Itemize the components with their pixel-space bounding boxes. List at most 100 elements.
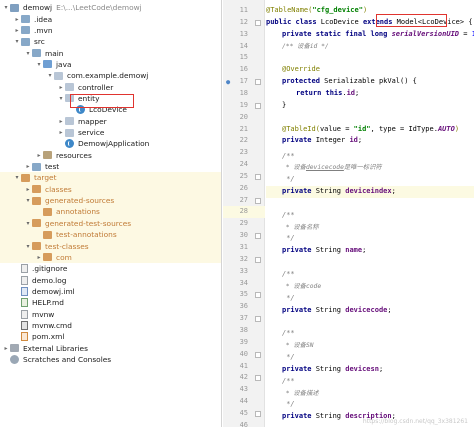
- tree-item-test-classes[interactable]: ▾ test-classes: [0, 240, 221, 252]
- fold-marker-icon[interactable]: [255, 292, 261, 299]
- tree-item-target[interactable]: ▾ target: [0, 172, 221, 184]
- tree-item-classes[interactable]: ▸ classes: [0, 183, 221, 195]
- code-line: /**: [282, 329, 295, 338]
- tree-item-src[interactable]: ▾ src: [0, 36, 221, 47]
- tree-item-external-libraries[interactable]: ▸ External Libraries: [0, 343, 221, 354]
- code-line: /**: [282, 210, 295, 219]
- tree-item-controller[interactable]: ▸ controller: [0, 81, 221, 92]
- code-line: * 设备描述: [282, 389, 319, 397]
- code-line: */: [282, 400, 295, 409]
- tree-item-label: generated-sources: [45, 196, 115, 206]
- fold-marker-icon[interactable]: [255, 316, 261, 323]
- code-editor[interactable]: 11 12 13 14 15 16 17 ● 18 19 20 21 22 23 24 25 26 27 28 29 3…: [223, 0, 474, 427]
- collapse-arrow-icon[interactable]: ▸: [24, 163, 32, 170]
- tree-item-main[interactable]: ▾ main: [0, 47, 221, 58]
- fold-marker-icon[interactable]: [255, 197, 261, 204]
- fold-marker-icon[interactable]: [255, 79, 261, 86]
- collapse-arrow-icon[interactable]: ▸: [57, 118, 65, 125]
- line-number: 37: [223, 313, 265, 325]
- expand-arrow-icon[interactable]: ▾: [13, 174, 21, 181]
- fold-marker-icon[interactable]: [255, 19, 261, 26]
- tree-item-com[interactable]: ▸ com: [0, 251, 221, 264]
- line-number: 28: [223, 206, 265, 219]
- tree-item-pom-xml[interactable]: pom.xml: [0, 331, 221, 342]
- collapse-arrow-icon[interactable]: ▸: [35, 152, 43, 159]
- file-icon: [21, 264, 28, 274]
- tree-item-mvn[interactable]: ▸ .mvn: [0, 25, 221, 36]
- package-icon: [65, 83, 74, 92]
- tree-item-label: pom.xml: [32, 332, 65, 342]
- tree-item-idea[interactable]: ▸ .idea: [0, 13, 221, 24]
- tree-item-scratches-and-consoles[interactable]: Scratches and Consoles: [0, 354, 221, 365]
- tree-item-java[interactable]: ▾ java: [0, 59, 221, 70]
- tree-item-demowj-iml[interactable]: demowj.iml: [0, 286, 221, 297]
- tree-item-label: demowj: [23, 3, 53, 13]
- tree-item-label: mapper: [78, 116, 107, 126]
- collapse-arrow-icon[interactable]: ▸: [24, 186, 32, 193]
- fold-marker-icon[interactable]: [255, 173, 261, 180]
- line-number: 15: [239, 53, 248, 62]
- line-number: 35: [223, 289, 265, 301]
- tree-item-com-example-demowj[interactable]: ▾ com.example.demowj: [0, 70, 221, 81]
- collapse-arrow-icon[interactable]: ▸: [57, 84, 65, 91]
- excluded-folder-icon: [43, 230, 52, 239]
- tree-item-annotations[interactable]: annotations: [0, 206, 221, 218]
- line-number: 17 ●: [223, 76, 265, 88]
- expand-arrow-icon[interactable]: ▾: [24, 220, 32, 227]
- fold-marker-icon[interactable]: [255, 102, 261, 109]
- collapse-arrow-icon[interactable]: ▸: [13, 27, 21, 34]
- code-line: * 设备名称: [282, 223, 319, 231]
- expand-arrow-icon[interactable]: ▾: [35, 61, 43, 68]
- code-area[interactable]: @TableName("cfg_device") public class Lc…: [266, 0, 474, 427]
- collapse-arrow-icon[interactable]: ▸: [57, 129, 65, 136]
- collapse-arrow-icon[interactable]: ▸: [2, 345, 10, 352]
- fold-marker-icon[interactable]: [255, 256, 261, 263]
- tree-item-label: target: [34, 173, 57, 183]
- tree-item-test-annotations[interactable]: test-annotations: [0, 229, 221, 241]
- tree-item-test[interactable]: ▸ test: [0, 161, 221, 172]
- line-number: 30: [223, 230, 265, 242]
- fold-marker-icon[interactable]: [255, 375, 261, 382]
- expand-arrow-icon[interactable]: ▾: [46, 72, 54, 79]
- tree-item-generated-sources[interactable]: ▾ generated-sources: [0, 194, 221, 207]
- line-number: 46: [239, 420, 248, 427]
- line-number: 19: [223, 100, 265, 112]
- tree-item-mvnw-cmd[interactable]: mvnw.cmd: [0, 320, 221, 331]
- tree-item-demowjapplication[interactable]: DemowjApplication: [0, 138, 221, 149]
- cmd-file-icon: [21, 320, 28, 330]
- fold-marker-icon[interactable]: [255, 351, 261, 358]
- tree-item-label: generated-test-sources: [45, 218, 132, 228]
- tree-item-label: src: [34, 37, 45, 47]
- tree-item-demo-log[interactable]: demo.log: [0, 274, 221, 285]
- expand-arrow-icon[interactable]: ▾: [24, 50, 32, 57]
- collapse-arrow-icon[interactable]: ▸: [35, 254, 43, 261]
- expand-arrow-icon[interactable]: ▾: [13, 38, 21, 45]
- code-line: */: [282, 175, 295, 184]
- code-line: * 设备devicecode是唯一标识符: [282, 164, 382, 172]
- tree-item-gitignore[interactable]: .gitignore: [0, 263, 221, 274]
- code-line: private String deviceindex;: [266, 186, 474, 198]
- expand-arrow-icon[interactable]: ▾: [24, 243, 32, 250]
- collapse-arrow-icon[interactable]: ▸: [13, 16, 21, 23]
- tree-item-mapper[interactable]: ▸ mapper: [0, 116, 221, 127]
- tree-item-service[interactable]: ▸ service: [0, 127, 221, 138]
- line-number: 20: [239, 112, 248, 121]
- expand-arrow-icon[interactable]: ▾: [24, 197, 32, 204]
- line-number: 43: [239, 385, 248, 394]
- tree-item-generated-test-sources[interactable]: ▾ generated-test-sources: [0, 217, 221, 230]
- tree-item-label: demowj.iml: [32, 286, 75, 296]
- tree-item-mvnw[interactable]: mvnw: [0, 308, 221, 319]
- tree-item-demowj[interactable]: ▾ demowj E:\...\LeetCode\demowj: [0, 2, 221, 13]
- tree-item-resources[interactable]: ▸ resources: [0, 150, 221, 161]
- folder-icon: [21, 15, 30, 24]
- tree-item-help-md[interactable]: HELP.md: [0, 297, 221, 308]
- expand-arrow-icon[interactable]: ▾: [2, 4, 10, 11]
- excluded-folder-icon: [32, 242, 41, 251]
- code-line: /**: [282, 270, 295, 278]
- fold-marker-icon[interactable]: [255, 410, 261, 417]
- tree-item-label: java: [56, 59, 72, 69]
- excluded-folder-icon: [43, 207, 52, 216]
- fold-marker-icon[interactable]: [255, 233, 261, 240]
- line-number: 13: [239, 29, 248, 38]
- expand-arrow-icon[interactable]: ▾: [57, 95, 65, 102]
